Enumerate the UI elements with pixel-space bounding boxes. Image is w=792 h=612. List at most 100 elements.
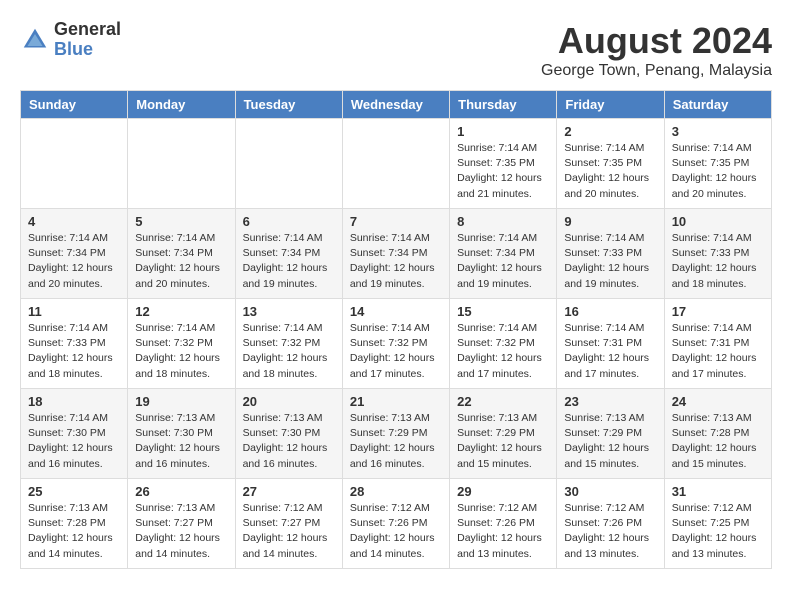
day-number: 28	[350, 484, 442, 499]
day-info: Sunrise: 7:14 AM Sunset: 7:32 PM Dayligh…	[243, 321, 335, 382]
day-number: 21	[350, 394, 442, 409]
day-number: 18	[28, 394, 120, 409]
day-cell-24: 24 Sunrise: 7:13 AM Sunset: 7:28 PM Dayli…	[664, 389, 771, 479]
day-info: Sunrise: 7:13 AM Sunset: 7:30 PM Dayligh…	[243, 411, 335, 472]
day-info: Sunrise: 7:14 AM Sunset: 7:31 PM Dayligh…	[564, 321, 656, 382]
day-cell-20: 20 Sunrise: 7:13 AM Sunset: 7:30 PM Dayli…	[235, 389, 342, 479]
day-info: Sunrise: 7:14 AM Sunset: 7:33 PM Dayligh…	[28, 321, 120, 382]
day-cell-27: 27Sunrise: 7:12 AM Sunset: 7:27 PM Dayli…	[235, 479, 342, 569]
day-number: 14	[350, 304, 442, 319]
day-number: 15	[457, 304, 549, 319]
day-number: 13	[243, 304, 335, 319]
day-cell-22: 22Sunrise: 7:13 AM Sunset: 7:29 PM Dayli…	[450, 389, 557, 479]
day-number: 16	[564, 304, 656, 319]
week-row-1: 1Sunrise: 7:14 AM Sunset: 7:35 PM Daylig…	[21, 119, 772, 209]
day-number: 19	[135, 394, 227, 409]
day-number: 4	[28, 214, 120, 229]
day-cell-3: 3 Sunrise: 7:14 AM Sunset: 7:35 PM Daylig…	[664, 119, 771, 209]
day-cell-26: 26 Sunrise: 7:13 AM Sunset: 7:27 PM Dayli…	[128, 479, 235, 569]
column-header-wednesday: Wednesday	[342, 91, 449, 119]
column-header-saturday: Saturday	[664, 91, 771, 119]
day-number: 31	[672, 484, 764, 499]
day-info: Sunrise: 7:13 AM Sunset: 7:29 PM Dayligh…	[564, 411, 656, 472]
day-number: 26	[135, 484, 227, 499]
week-row-4: 18 Sunrise: 7:14 AM Sunset: 7:30 PM Dayli…	[21, 389, 772, 479]
day-cell-2: 2 Sunrise: 7:14 AM Sunset: 7:35 PM Daylig…	[557, 119, 664, 209]
day-number: 20	[243, 394, 335, 409]
logo-blue: Blue	[54, 40, 121, 60]
day-number: 29	[457, 484, 549, 499]
month-year-title: August 2024	[541, 20, 772, 62]
day-info: Sunrise: 7:12 AM Sunset: 7:26 PM Dayligh…	[564, 501, 656, 562]
day-cell-1: 1Sunrise: 7:14 AM Sunset: 7:35 PM Daylig…	[450, 119, 557, 209]
logo-general: General	[54, 20, 121, 40]
week-row-3: 11Sunrise: 7:14 AM Sunset: 7:33 PM Dayli…	[21, 299, 772, 389]
day-cell-30: 30 Sunrise: 7:12 AM Sunset: 7:26 PM Dayli…	[557, 479, 664, 569]
day-info: Sunrise: 7:13 AM Sunset: 7:28 PM Dayligh…	[672, 411, 764, 472]
day-info: Sunrise: 7:14 AM Sunset: 7:35 PM Dayligh…	[457, 141, 549, 202]
day-info: Sunrise: 7:12 AM Sunset: 7:27 PM Dayligh…	[243, 501, 335, 562]
day-cell-10: 10 Sunrise: 7:14 AM Sunset: 7:33 PM Dayli…	[664, 209, 771, 299]
day-number: 9	[564, 214, 656, 229]
day-info: Sunrise: 7:14 AM Sunset: 7:35 PM Dayligh…	[672, 141, 764, 202]
day-cell-7: 7 Sunrise: 7:14 AM Sunset: 7:34 PM Daylig…	[342, 209, 449, 299]
day-info: Sunrise: 7:14 AM Sunset: 7:30 PM Dayligh…	[28, 411, 120, 472]
day-cell-21: 21 Sunrise: 7:13 AM Sunset: 7:29 PM Dayli…	[342, 389, 449, 479]
day-info: Sunrise: 7:14 AM Sunset: 7:35 PM Dayligh…	[564, 141, 656, 202]
day-info: Sunrise: 7:14 AM Sunset: 7:34 PM Dayligh…	[135, 231, 227, 292]
day-info: Sunrise: 7:14 AM Sunset: 7:34 PM Dayligh…	[350, 231, 442, 292]
day-info: Sunrise: 7:13 AM Sunset: 7:28 PM Dayligh…	[28, 501, 120, 562]
day-cell-28: 28 Sunrise: 7:12 AM Sunset: 7:26 PM Dayli…	[342, 479, 449, 569]
day-cell-15: 15Sunrise: 7:14 AM Sunset: 7:32 PM Dayli…	[450, 299, 557, 389]
day-number: 12	[135, 304, 227, 319]
day-number: 25	[28, 484, 120, 499]
day-cell-18: 18 Sunrise: 7:14 AM Sunset: 7:30 PM Dayli…	[21, 389, 128, 479]
empty-cell	[128, 119, 235, 209]
column-header-thursday: Thursday	[450, 91, 557, 119]
day-info: Sunrise: 7:14 AM Sunset: 7:34 PM Dayligh…	[243, 231, 335, 292]
day-cell-12: 12Sunrise: 7:14 AM Sunset: 7:32 PM Dayli…	[128, 299, 235, 389]
day-info: Sunrise: 7:13 AM Sunset: 7:29 PM Dayligh…	[350, 411, 442, 472]
day-cell-5: 5Sunrise: 7:14 AM Sunset: 7:34 PM Daylig…	[128, 209, 235, 299]
day-cell-19: 19Sunrise: 7:13 AM Sunset: 7:30 PM Dayli…	[128, 389, 235, 479]
day-number: 7	[350, 214, 442, 229]
day-info: Sunrise: 7:12 AM Sunset: 7:26 PM Dayligh…	[350, 501, 442, 562]
empty-cell	[21, 119, 128, 209]
day-info: Sunrise: 7:12 AM Sunset: 7:26 PM Dayligh…	[457, 501, 549, 562]
day-info: Sunrise: 7:13 AM Sunset: 7:29 PM Dayligh…	[457, 411, 549, 472]
day-cell-14: 14Sunrise: 7:14 AM Sunset: 7:32 PM Dayli…	[342, 299, 449, 389]
day-cell-6: 6 Sunrise: 7:14 AM Sunset: 7:34 PM Daylig…	[235, 209, 342, 299]
day-number: 10	[672, 214, 764, 229]
day-number: 30	[564, 484, 656, 499]
day-cell-11: 11Sunrise: 7:14 AM Sunset: 7:33 PM Dayli…	[21, 299, 128, 389]
day-number: 6	[243, 214, 335, 229]
empty-cell	[235, 119, 342, 209]
day-number: 23	[564, 394, 656, 409]
day-cell-25: 25 Sunrise: 7:13 AM Sunset: 7:28 PM Dayli…	[21, 479, 128, 569]
day-info: Sunrise: 7:14 AM Sunset: 7:31 PM Dayligh…	[672, 321, 764, 382]
day-number: 3	[672, 124, 764, 139]
day-info: Sunrise: 7:14 AM Sunset: 7:33 PM Dayligh…	[564, 231, 656, 292]
header-row: SundayMondayTuesdayWednesdayThursdayFrid…	[21, 91, 772, 119]
logo-text: General Blue	[54, 20, 121, 60]
day-cell-8: 8Sunrise: 7:14 AM Sunset: 7:34 PM Daylig…	[450, 209, 557, 299]
day-info: Sunrise: 7:14 AM Sunset: 7:34 PM Dayligh…	[457, 231, 549, 292]
day-cell-23: 23 Sunrise: 7:13 AM Sunset: 7:29 PM Dayli…	[557, 389, 664, 479]
page-header: General Blue August 2024 George Town, Pe…	[20, 20, 772, 80]
day-number: 2	[564, 124, 656, 139]
column-header-monday: Monday	[128, 91, 235, 119]
logo: General Blue	[20, 20, 121, 60]
day-info: Sunrise: 7:14 AM Sunset: 7:34 PM Dayligh…	[28, 231, 120, 292]
day-cell-31: 31Sunrise: 7:12 AM Sunset: 7:25 PM Dayli…	[664, 479, 771, 569]
day-info: Sunrise: 7:14 AM Sunset: 7:33 PM Dayligh…	[672, 231, 764, 292]
column-header-tuesday: Tuesday	[235, 91, 342, 119]
day-cell-17: 17 Sunrise: 7:14 AM Sunset: 7:31 PM Dayli…	[664, 299, 771, 389]
location-subtitle: George Town, Penang, Malaysia	[541, 62, 772, 80]
day-cell-4: 4 Sunrise: 7:14 AM Sunset: 7:34 PM Daylig…	[21, 209, 128, 299]
day-info: Sunrise: 7:13 AM Sunset: 7:27 PM Dayligh…	[135, 501, 227, 562]
day-cell-13: 13 Sunrise: 7:14 AM Sunset: 7:32 PM Dayli…	[235, 299, 342, 389]
day-cell-29: 29 Sunrise: 7:12 AM Sunset: 7:26 PM Dayli…	[450, 479, 557, 569]
day-number: 17	[672, 304, 764, 319]
title-block: August 2024 George Town, Penang, Malaysi…	[541, 20, 772, 80]
day-number: 24	[672, 394, 764, 409]
